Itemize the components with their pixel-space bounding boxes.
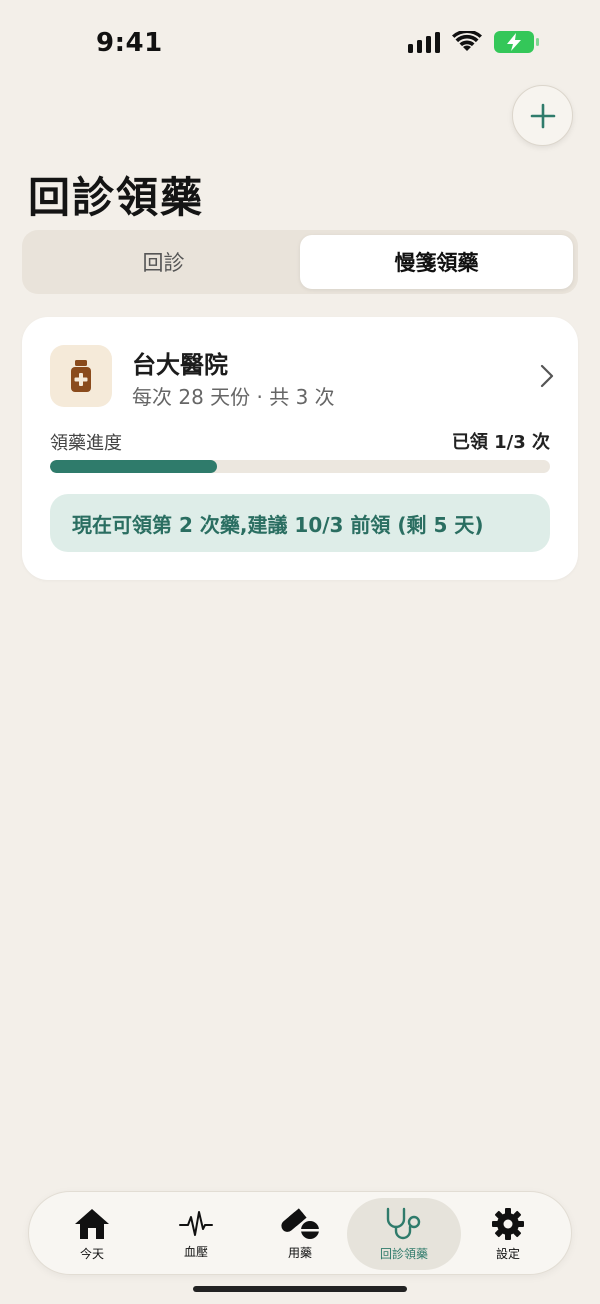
progress-count: 已領 1/3 次 [451, 432, 550, 453]
home-indicator [193, 1286, 407, 1292]
tab-follow-up[interactable]: 回診 [27, 235, 300, 289]
tab-today[interactable]: 今天 [35, 1198, 149, 1270]
refill-notice: 現在可領第 2 次藥,建議 10/3 前領 (剩 5 天) [50, 494, 550, 552]
tab-label: 今天 [79, 1246, 104, 1261]
progress-fill [50, 460, 217, 473]
gear-icon [492, 1207, 524, 1240]
progress-bar [50, 460, 550, 473]
medicine-bottle-icon [71, 360, 91, 392]
tab-blood-pressure[interactable]: 血壓 [139, 1198, 253, 1270]
segmented-control: 回診 慢箋領藥 [22, 230, 578, 294]
wifi-icon [452, 31, 482, 51]
home-icon [75, 1208, 109, 1239]
tab-settings[interactable]: 設定 [451, 1198, 565, 1270]
page-title: 回診領藥 [28, 173, 205, 222]
tab-chronic-refill[interactable]: 慢箋領藥 [300, 235, 573, 289]
status-icons [408, 30, 540, 54]
plus-icon [530, 103, 555, 128]
tab-medication[interactable]: 用藥 [243, 1198, 357, 1270]
refill-schedule: 每次 28 天份 · 共 3 次 [132, 385, 335, 409]
tab-follow-up-refill[interactable]: 回診領藥 [347, 1198, 461, 1270]
pulse-icon [179, 1210, 213, 1236]
tab-label: 用藥 [287, 1245, 312, 1260]
pills-icon [281, 1207, 319, 1239]
progress-label: 領藥進度 [50, 433, 122, 454]
tab-label: 血壓 [183, 1244, 208, 1259]
stethoscope-icon [386, 1207, 421, 1239]
tab-label: 回診領藥 [379, 1246, 428, 1261]
add-button[interactable] [512, 85, 573, 146]
status-time: 9:41 [96, 28, 163, 58]
battery-charging-icon [494, 31, 539, 53]
chevron-right-icon[interactable] [540, 364, 554, 388]
medicine-icon-container [50, 345, 112, 407]
status-bar: 9:41 [0, 0, 600, 88]
cellular-signal-icon [408, 31, 440, 53]
refill-card[interactable]: 台大醫院 每次 28 天份 · 共 3 次 領藥進度 已領 1/3 次 現在可領… [22, 317, 578, 580]
tab-label: 設定 [495, 1246, 520, 1261]
tab-bar: 今天 血壓 用藥 回診領藥 設定 [28, 1191, 572, 1275]
hospital-name: 台大醫院 [132, 351, 228, 379]
